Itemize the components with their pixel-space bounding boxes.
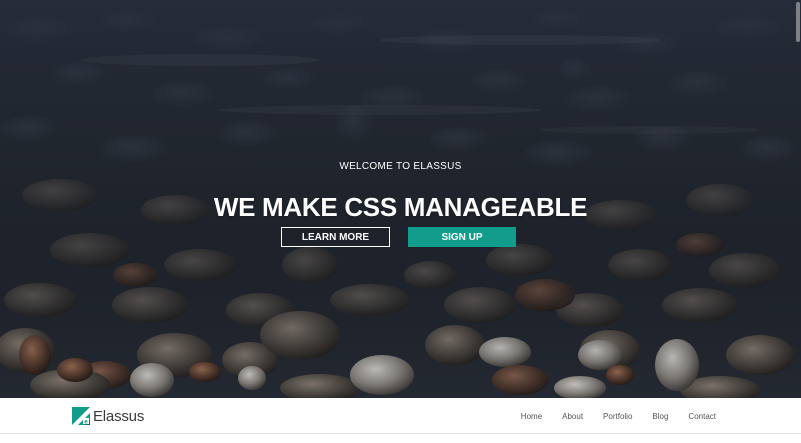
hero-section: WELCOME TO ELASSUS WE MAKE CSS MANAGEABL…: [0, 0, 801, 398]
brand-name: Elassus: [93, 407, 145, 425]
learn-more-button[interactable]: LEARN MORE: [281, 227, 390, 247]
brand-link[interactable]: e Elassus: [72, 407, 144, 425]
elassus-logo-icon: e: [72, 407, 90, 425]
nav-link-blog[interactable]: Blog: [652, 412, 668, 421]
learn-more-label: LEARN MORE: [301, 231, 370, 243]
hero-title: WE MAKE CSS MANAGEABLE: [213, 192, 588, 222]
sign-up-label: SIGN UP: [441, 231, 483, 243]
nav-link-about[interactable]: About: [562, 412, 583, 421]
hero-subtitle: WELCOME TO ELASSUS: [339, 161, 462, 172]
nav-links: Home About Portfolio Blog Contact: [521, 398, 716, 434]
nav-link-home[interactable]: Home: [521, 412, 542, 421]
sign-up-button[interactable]: SIGN UP: [408, 227, 516, 247]
page: WELCOME TO ELASSUS WE MAKE CSS MANAGEABL…: [0, 0, 801, 443]
navbar: e Elassus Home About Portfolio Blog Cont…: [0, 398, 801, 434]
scrollbar[interactable]: [794, 0, 801, 443]
nav-link-contact[interactable]: Contact: [688, 412, 716, 421]
nav-link-portfolio[interactable]: Portfolio: [603, 412, 632, 421]
scrollbar-thumb[interactable]: [796, 2, 800, 42]
